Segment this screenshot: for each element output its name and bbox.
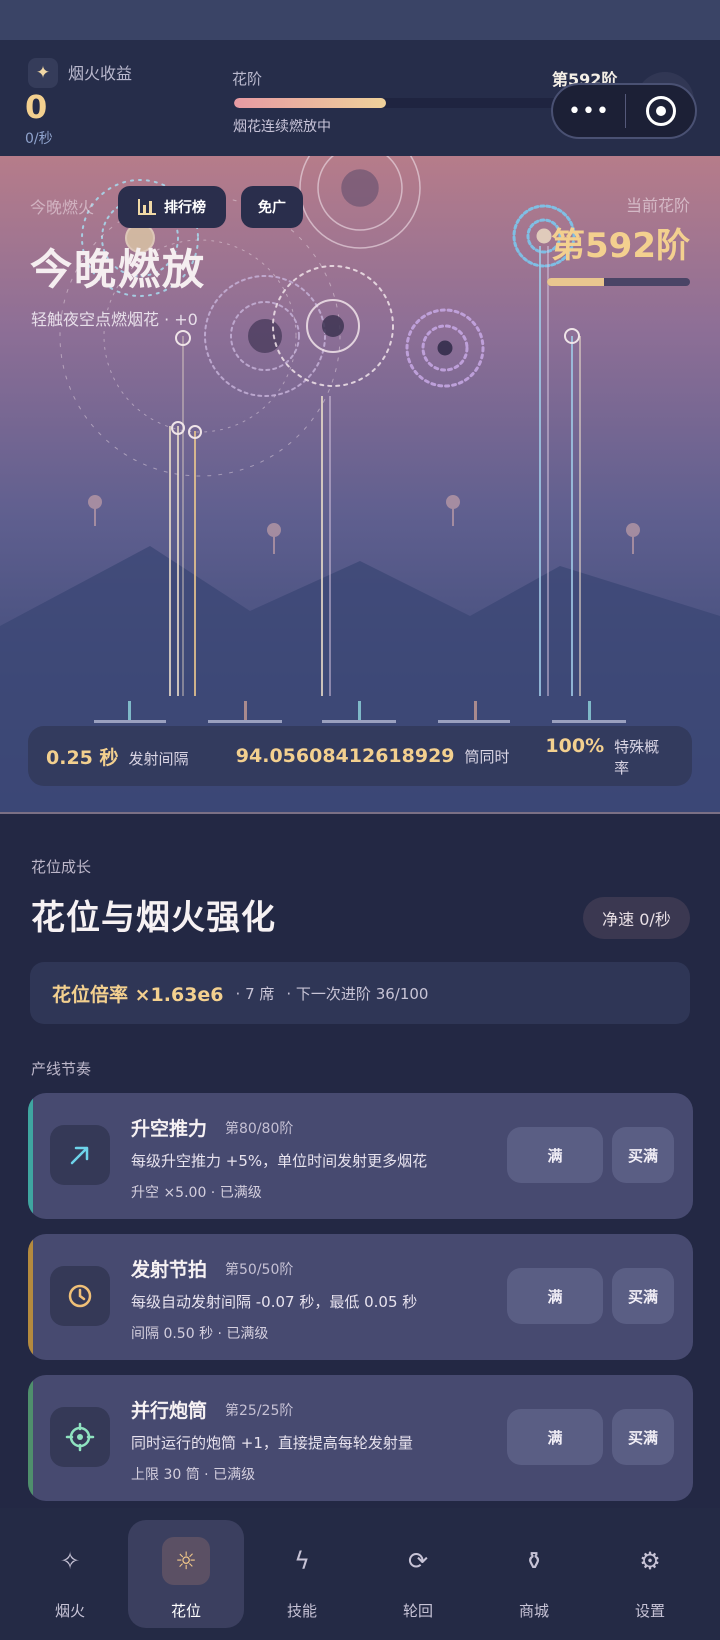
card-accent [28,1375,33,1501]
refresh-icon: ⟳ [407,1547,429,1575]
income-value: 0 [25,88,48,126]
sky-faint-label: 今晚燃火 [30,198,95,217]
current-tier-progress-fill [547,278,605,286]
more-button[interactable]: ••• [553,99,625,124]
nav-label: 技能 [286,1602,317,1620]
buy-one-button[interactable]: 满 [507,1127,603,1183]
card-desc: 每级升空推力 +5%，单位时间发射更多烟花 [131,1152,428,1170]
crosshair-icon [50,1407,110,1467]
interval-label: 发射间隔 [128,749,189,768]
buy-one-button[interactable]: 满 [507,1409,603,1465]
special-value: 100% [545,734,605,757]
fireworks-sky[interactable]: 今晚燃火 排行榜 免广 今晚燃放 轻触夜空点燃烟花 · +0 当前花阶 第592… [0,156,720,812]
card-level: 第80/80阶 [225,1121,294,1137]
nav-item-fireworks[interactable]: ✧ 烟火 [12,1520,128,1628]
card-desc: 每级自动发射间隔 -0.07 秒，最低 0.05 秒 [131,1293,418,1311]
current-tier-value: 第592阶 [551,226,690,266]
card-level: 第50/50阶 [225,1262,294,1278]
line-label: 产线节奏 [31,1060,92,1078]
gear-icon: ⚙ [639,1547,661,1575]
tubes-label: 筒同时 [464,748,510,766]
card-accent [28,1234,33,1360]
card-accent [28,1093,33,1219]
status-bar [0,0,720,40]
nav-label: 设置 [634,1602,665,1620]
shop-icon: ⚱ [523,1547,545,1575]
buy-max-button[interactable]: 买满 [612,1409,674,1465]
mini-program-capsule: ••• [551,83,697,139]
nav-label: 烟火 [54,1602,85,1620]
net-speed-badge: 净速 0/秒 [583,897,690,939]
multiplier-value: 花位倍率 ×1.63e6 [52,983,224,1006]
stats-bar: 0.25 秒 发射间隔 94.05608412618929 筒同时 100% 特… [28,726,692,786]
sun-icon: ☼ [162,1537,210,1585]
card-name: 并行炮筒 [131,1400,208,1422]
upgrade-card-rhythm: 发射节拍 第50/50阶 每级自动发射间隔 -0.07 秒，最低 0.05 秒 … [28,1234,693,1360]
interval-value: 0.25 秒 [46,746,119,769]
next-advance: · 下一次进阶 36/100 [286,984,429,1003]
nav-item-rebirth[interactable]: ⟳ 轮回 [360,1520,476,1628]
nav-item-skills[interactable]: ϟ 技能 [244,1520,360,1628]
upgrade-card-thrust: 升空推力 第80/80阶 每级升空推力 +5%，单位时间发射更多烟花 升空 ×5… [28,1093,693,1219]
tubes-value: 94.05608412618929 [235,745,455,767]
current-tier-label: 当前花阶 [625,196,690,215]
lightning-icon: ϟ [294,1547,310,1575]
stat-special: 100% 特殊概率 [545,735,674,778]
sparkle-icon: ✦ [28,58,58,88]
close-button[interactable] [626,96,695,126]
sparkle-icon: ✧ [59,1547,81,1575]
arrow-up-right-icon [50,1125,110,1185]
income-rate: 0/秒 [25,131,53,147]
seats-count: · 7 席 [235,984,275,1003]
multiplier-box: 花位倍率 ×1.63e6 · 7 席 · 下一次进阶 36/100 [30,962,690,1024]
card-sub: 间隔 0.50 秒 · 已满级 [131,1326,269,1342]
card-sub: 升空 ×5.00 · 已满级 [131,1185,262,1201]
section-divider [0,812,720,814]
bottom-nav: ✧ 烟火 ☼ 花位 ϟ 技能 ⟳ 轮回 ⚱ 商城 ⚙ 设置 [0,1508,720,1640]
nav-item-seats[interactable]: ☼ 花位 [128,1520,244,1628]
clock-icon [50,1266,110,1326]
special-label: 特殊概率 [614,737,660,777]
section-label: 花位成长 [31,858,92,876]
tier-label: 花阶 [232,70,263,88]
target-close-icon [645,96,676,126]
tier-status: 烟花连续燃放中 [233,119,331,135]
current-tier-progress [547,278,690,286]
stat-interval: 0.25 秒 发射间隔 [46,743,236,770]
nav-label: 商城 [518,1602,549,1620]
upgrade-card-barrels: 并行炮筒 第25/25阶 同时运行的炮筒 +1，直接提高每轮发射量 上限 30 … [28,1375,693,1501]
income-label: 烟火收益 [68,64,133,83]
nav-item-settings[interactable]: ⚙ 设置 [592,1520,708,1628]
leaderboard-label: 排行榜 [164,200,206,216]
no-ads-button[interactable]: 免广 [241,186,303,228]
sky-title: 今晚燃放 [30,245,207,294]
nav-label: 轮回 [402,1602,433,1620]
card-name: 发射节拍 [131,1259,208,1281]
sky-hint: 轻触夜空点燃烟花 · +0 [31,310,198,329]
nav-item-shop[interactable]: ⚱ 商城 [476,1520,592,1628]
buy-max-button[interactable]: 买满 [612,1127,674,1183]
tier-progress-fill [234,98,386,108]
nav-label: 花位 [170,1602,201,1620]
leaderboard-button[interactable]: 排行榜 [118,186,226,228]
stat-tubes: 94.05608412618929 筒同时 [236,745,546,767]
card-sub: 上限 30 筒 · 已满级 [131,1467,256,1483]
bar-chart-icon [138,199,156,215]
buy-one-button[interactable]: 满 [507,1268,603,1324]
card-desc: 同时运行的炮筒 +1，直接提高每轮发射量 [131,1434,413,1452]
card-name: 升空推力 [131,1118,208,1140]
card-level: 第25/25阶 [225,1403,294,1419]
buy-max-button[interactable]: 买满 [612,1268,674,1324]
section-title: 花位与烟火强化 [31,898,276,938]
